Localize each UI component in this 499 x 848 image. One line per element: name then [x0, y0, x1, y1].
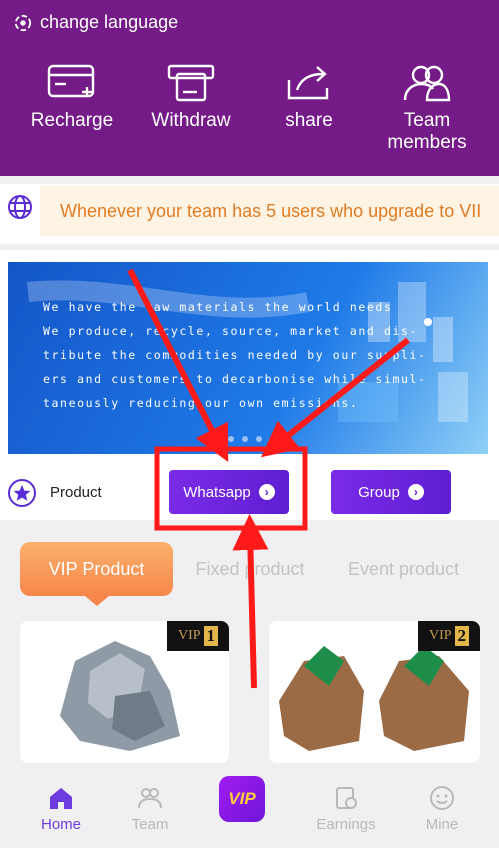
recharge-label: Recharge [30, 110, 114, 131]
nav-earnings[interactable]: Earnings [301, 784, 391, 833]
recharge-button[interactable]: Recharge [17, 62, 127, 132]
home-icon [50, 788, 72, 809]
promo-banner[interactable]: We have the raw materials the world need… [8, 262, 488, 454]
banner-section: We have the raw materials the world need… [0, 250, 499, 520]
whatsapp-label: Whatsapp [183, 483, 251, 501]
nav-team[interactable]: Team [105, 784, 195, 833]
team-icon [403, 65, 451, 102]
vip-badge: VIP 2 [418, 621, 480, 651]
group-label: Group [358, 483, 400, 501]
tab-vip-product[interactable]: VIP Product [20, 542, 173, 606]
change-language-button[interactable]: change language [14, 12, 178, 33]
shortcut-row: Product Whatsapp › Group › [0, 468, 499, 520]
notice-text: Whenever your team has 5 users who upgra… [40, 186, 499, 236]
nav-mine[interactable]: Mine [397, 784, 487, 833]
nav-home-label: Home [40, 816, 81, 833]
banner-text-line: ers and customers to decarbonise while s… [43, 372, 427, 386]
earnings-icon [336, 787, 357, 809]
withdraw-label: Withdraw [151, 110, 231, 131]
product-card-vip1[interactable]: VIP 1 [20, 621, 229, 763]
product-label[interactable]: Product [50, 484, 102, 501]
chevron-right-icon: › [407, 484, 424, 500]
team-icon [138, 788, 162, 809]
mine-face-icon [430, 786, 454, 810]
nav-team-label: Team [131, 816, 169, 833]
chevron-right-icon: › [258, 484, 275, 500]
team-members-label: Team members [387, 110, 467, 153]
withdraw-button[interactable]: Withdraw [136, 62, 246, 132]
banner-text-line: We have the raw materials the world need… [43, 300, 393, 314]
group-button[interactable]: Group › [331, 470, 451, 514]
vip-badge: VIP 1 [167, 621, 229, 651]
banner-text-line: tribute the commodities needed by our su… [43, 348, 427, 362]
nav-home[interactable]: Home [16, 784, 106, 833]
nav-earnings-label: Earnings [316, 816, 376, 833]
whatsapp-button[interactable]: Whatsapp › [169, 470, 289, 514]
tab-event-product[interactable]: Event product [336, 542, 471, 596]
banner-text-line: taneously reducing our own emissions. [43, 396, 359, 410]
top-header: change language Recharge Withdraw share … [0, 0, 499, 176]
change-language-label: change language [40, 12, 179, 32]
nav-mine-label: Mine [425, 816, 459, 833]
language-icon [14, 14, 32, 31]
card-icon [47, 64, 95, 98]
atm-withdraw-icon [167, 64, 215, 102]
share-button[interactable]: share [254, 62, 364, 132]
bottom-navigation: Home Team VIP Earnings Mine [0, 776, 499, 848]
notice-bar: Whenever your team has 5 users who upgra… [0, 184, 499, 244]
nav-vip-button[interactable]: VIP [219, 776, 265, 822]
product-card-vip2[interactable]: VIP 2 [269, 621, 480, 763]
banner-text-line: We produce, recycle, source, market and … [43, 324, 419, 338]
share-label: share [285, 110, 333, 131]
globe-icon [8, 195, 32, 219]
share-icon [287, 66, 329, 100]
tab-fixed-product[interactable]: Fixed product [185, 542, 315, 596]
carousel-dots[interactable] [228, 436, 276, 442]
team-members-button[interactable]: Team members [372, 62, 482, 154]
product-tabs: VIP Product Fixed product Event product [0, 530, 499, 610]
star-icon [8, 479, 36, 507]
